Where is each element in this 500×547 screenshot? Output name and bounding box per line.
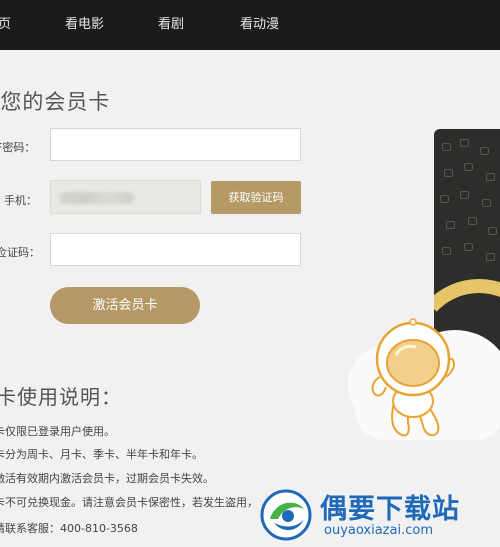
instructions-title: 卡使用说明：: [0, 385, 122, 409]
watermark-url: ouyaoxiazai.com: [324, 523, 433, 538]
instruction-line: 激活有效期内激活会员卡，过期会员卡失效。: [0, 472, 214, 485]
instruction-line: 卡仅限已登录用户使用。: [0, 425, 115, 438]
instruction-line: 卡分为周卡、月卡、季卡、半年卡和年卡。: [0, 448, 203, 461]
nav-item-anime[interactable]: 看动漫: [240, 0, 279, 50]
verification-code-label: 佥证码：: [0, 246, 40, 259]
phone-field: [50, 180, 201, 214]
astronaut-mascot-icon: [371, 318, 455, 437]
watermark: 偶要下载站 ouyaoxiazai.com: [258, 487, 500, 547]
top-navigation: 页 看电影 看剧 看动漫: [0, 0, 500, 50]
phone-label: 手机：: [4, 194, 37, 207]
nav-item-movies[interactable]: 看电影: [65, 0, 104, 50]
card-password-input[interactable]: [50, 128, 301, 161]
masked-phone-number: [59, 192, 134, 204]
get-verification-code-button[interactable]: 获取验证码: [211, 181, 301, 214]
watermark-title: 偶要下载站: [320, 494, 460, 525]
instruction-line: 卡不可兑换现金。请注意会员卡保密性，若发生盗用，: [0, 496, 258, 509]
page-title: f您的会员卡: [0, 90, 111, 114]
activate-card-button[interactable]: 激活会员卡: [50, 287, 200, 324]
watermark-logo-icon: [260, 489, 312, 541]
card-password-label: F密码：: [0, 141, 36, 154]
nav-item-home[interactable]: 页: [0, 0, 11, 50]
nav-item-series[interactable]: 看剧: [158, 0, 184, 50]
verification-code-input[interactable]: [50, 233, 301, 266]
instruction-line: 请联系客服：400-810-3568: [0, 522, 138, 535]
